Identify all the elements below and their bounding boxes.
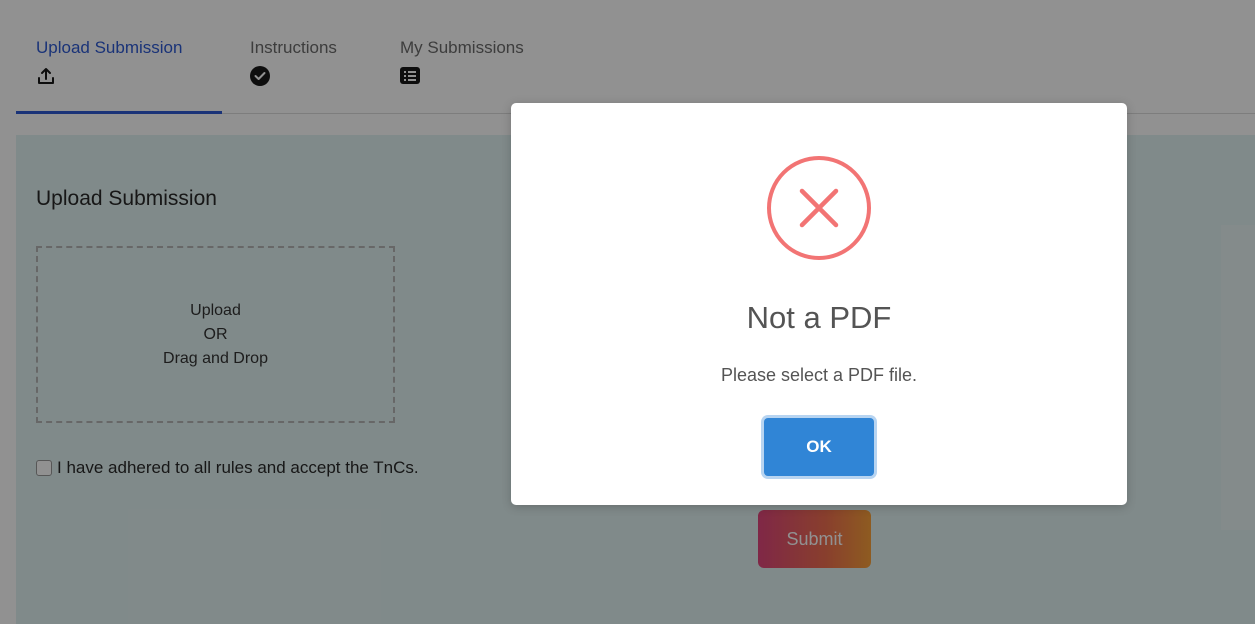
dialog-message: Please select a PDF file. bbox=[720, 365, 918, 385]
ok-button[interactable]: OK bbox=[764, 418, 874, 476]
error-x-icon bbox=[767, 156, 871, 260]
dialog-title: Not a PDF bbox=[746, 300, 892, 335]
page: Upload Submission Instructions My Submis… bbox=[0, 0, 1255, 624]
error-dialog: Not a PDF Please select a PDF file. OK bbox=[511, 103, 1127, 505]
